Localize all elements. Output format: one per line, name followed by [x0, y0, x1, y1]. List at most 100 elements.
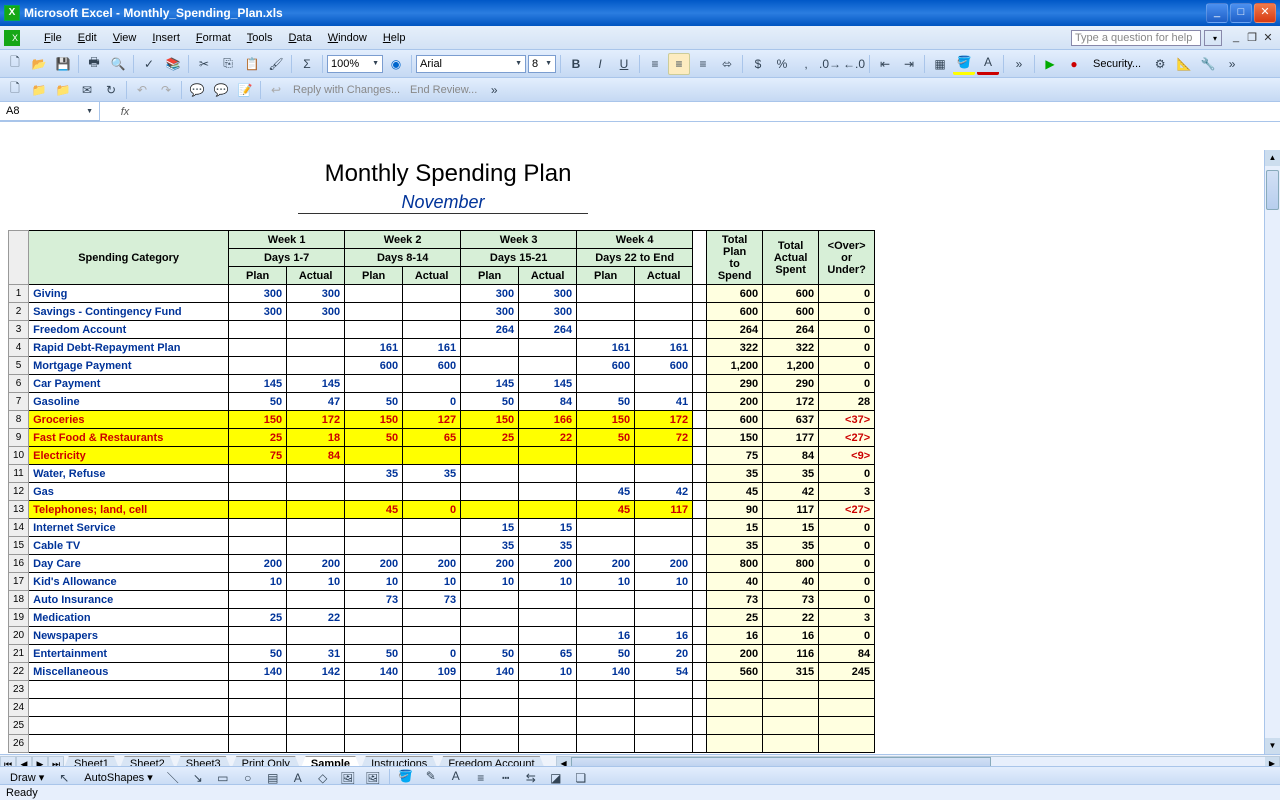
- table-row[interactable]: 4Rapid Debt-Repayment Plan16116116116132…: [9, 339, 875, 357]
- table-row[interactable]: 26: [9, 735, 875, 753]
- actual-cell[interactable]: [287, 339, 345, 357]
- actual-cell[interactable]: 0: [403, 393, 461, 411]
- category-cell[interactable]: Water, Refuse: [29, 465, 229, 483]
- plan-cell[interactable]: 45: [577, 501, 635, 519]
- copy-icon[interactable]: ⎘: [217, 53, 239, 75]
- category-cell[interactable]: Savings - Contingency Fund: [29, 303, 229, 321]
- plan-cell[interactable]: 50: [577, 645, 635, 663]
- actual-cell[interactable]: 109: [403, 663, 461, 681]
- actual-cell[interactable]: 20: [635, 645, 693, 663]
- menu-edit[interactable]: Edit: [70, 29, 105, 47]
- plan-cell[interactable]: 161: [577, 339, 635, 357]
- table-row[interactable]: 22Miscellaneous1401421401091401014054560…: [9, 663, 875, 681]
- actual-cell[interactable]: 35: [519, 537, 577, 555]
- category-cell[interactable]: Telephones; land, cell: [29, 501, 229, 519]
- total-plan-cell[interactable]: 35: [707, 465, 763, 483]
- plan-cell[interactable]: [229, 627, 287, 645]
- workbook-icon[interactable]: X: [4, 30, 20, 46]
- row-number[interactable]: 10: [9, 447, 29, 465]
- actual-cell[interactable]: 300: [287, 285, 345, 303]
- actual-cell[interactable]: 117: [635, 501, 693, 519]
- plan-cell[interactable]: 140: [461, 663, 519, 681]
- menu-window[interactable]: Window: [320, 29, 375, 47]
- plan-cell[interactable]: 50: [461, 393, 519, 411]
- plan-cell[interactable]: [229, 519, 287, 537]
- undo-icon[interactable]: ↶: [131, 79, 153, 101]
- over-under-cell[interactable]: 84: [819, 645, 875, 663]
- reply-arrow-icon[interactable]: ↩: [265, 79, 287, 101]
- total-plan-cell[interactable]: 600: [707, 303, 763, 321]
- table-row[interactable]: 17Kid's Allowance101010101010101040400: [9, 573, 875, 591]
- over-under-cell[interactable]: <37>: [819, 411, 875, 429]
- actual-cell[interactable]: 47: [287, 393, 345, 411]
- underline-icon[interactable]: U: [613, 53, 635, 75]
- print-preview-icon[interactable]: 🔍: [107, 53, 129, 75]
- total-actual-cell[interactable]: 637: [763, 411, 819, 429]
- actual-cell[interactable]: 200: [635, 555, 693, 573]
- fx-icon[interactable]: fx: [100, 106, 150, 118]
- menu-view[interactable]: View: [105, 29, 145, 47]
- table-row[interactable]: 5Mortgage Payment6006006006001,2001,2000: [9, 357, 875, 375]
- format-painter-icon[interactable]: 🖌: [265, 53, 287, 75]
- currency-icon[interactable]: $: [747, 53, 769, 75]
- font-color-icon[interactable]: A: [977, 53, 999, 75]
- plan-cell[interactable]: [577, 375, 635, 393]
- more-icon[interactable]: »: [1221, 53, 1243, 75]
- print-icon[interactable]: 🖶: [83, 53, 105, 75]
- plan-cell[interactable]: 300: [229, 285, 287, 303]
- actual-cell[interactable]: 200: [403, 555, 461, 573]
- total-plan-cell[interactable]: 40: [707, 573, 763, 591]
- actual-cell[interactable]: [519, 447, 577, 465]
- plan-cell[interactable]: [461, 627, 519, 645]
- plan-cell[interactable]: [461, 447, 519, 465]
- record-macro-icon[interactable]: ●: [1063, 53, 1085, 75]
- plan-cell[interactable]: [229, 501, 287, 519]
- plan-cell[interactable]: 10: [577, 573, 635, 591]
- plan-cell[interactable]: 200: [345, 555, 403, 573]
- category-cell[interactable]: Gas: [29, 483, 229, 501]
- actual-cell[interactable]: 73: [403, 591, 461, 609]
- actual-cell[interactable]: [519, 465, 577, 483]
- plan-cell[interactable]: 50: [345, 393, 403, 411]
- total-plan-cell[interactable]: 264: [707, 321, 763, 339]
- actual-cell[interactable]: [287, 501, 345, 519]
- vertical-scrollbar[interactable]: ▲ ▼: [1264, 150, 1280, 754]
- over-under-cell[interactable]: <27>: [819, 501, 875, 519]
- plan-cell[interactable]: [577, 609, 635, 627]
- row-number[interactable]: 8: [9, 411, 29, 429]
- menu-help[interactable]: Help: [375, 29, 414, 47]
- actual-cell[interactable]: 300: [287, 303, 345, 321]
- category-cell[interactable]: Kid's Allowance: [29, 573, 229, 591]
- actual-cell[interactable]: 84: [287, 447, 345, 465]
- plan-cell[interactable]: 50: [577, 429, 635, 447]
- table-row[interactable]: 13Telephones; land, cell4504511790117<27…: [9, 501, 875, 519]
- total-plan-cell[interactable]: 200: [707, 645, 763, 663]
- decrease-indent-icon[interactable]: ⇤: [874, 53, 896, 75]
- plan-cell[interactable]: 10: [345, 573, 403, 591]
- total-plan-cell[interactable]: 16: [707, 627, 763, 645]
- actual-cell[interactable]: 145: [519, 375, 577, 393]
- draw-menu[interactable]: Draw ▾: [4, 771, 50, 784]
- table-row[interactable]: 2Savings - Contingency Fund3003003003006…: [9, 303, 875, 321]
- mdi-restore-button[interactable]: ❐: [1244, 31, 1260, 45]
- actual-cell[interactable]: [403, 303, 461, 321]
- actual-cell[interactable]: [403, 627, 461, 645]
- plan-cell[interactable]: [229, 321, 287, 339]
- autoshapes-menu[interactable]: AutoShapes ▾: [78, 771, 159, 784]
- row-number[interactable]: 15: [9, 537, 29, 555]
- row-number[interactable]: 17: [9, 573, 29, 591]
- over-under-cell[interactable]: 0: [819, 519, 875, 537]
- total-plan-cell[interactable]: 150: [707, 429, 763, 447]
- over-under-cell[interactable]: 0: [819, 357, 875, 375]
- table-row[interactable]: 14Internet Service151515150: [9, 519, 875, 537]
- total-actual-cell[interactable]: 600: [763, 303, 819, 321]
- open-icon[interactable]: 📂: [28, 53, 50, 75]
- row-number[interactable]: 22: [9, 663, 29, 681]
- table-row[interactable]: 1Giving3003003003006006000: [9, 285, 875, 303]
- total-plan-cell[interactable]: 800: [707, 555, 763, 573]
- row-number[interactable]: 21: [9, 645, 29, 663]
- row-number[interactable]: 6: [9, 375, 29, 393]
- plan-cell[interactable]: 161: [345, 339, 403, 357]
- total-plan-cell[interactable]: 73: [707, 591, 763, 609]
- over-under-cell[interactable]: 0: [819, 285, 875, 303]
